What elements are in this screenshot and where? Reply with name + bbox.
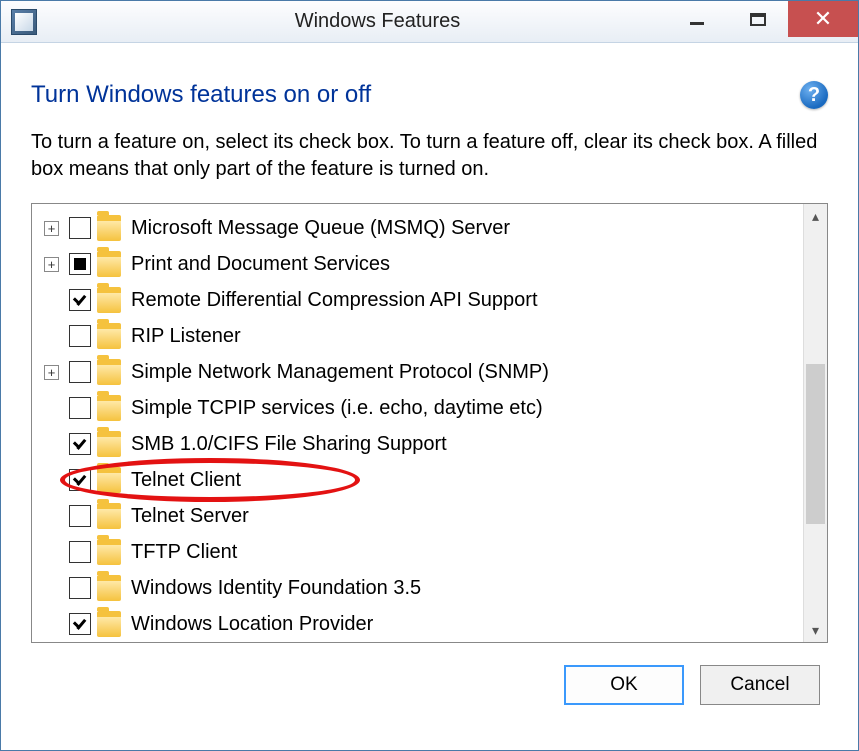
expand-spacer (44, 509, 59, 524)
cancel-button[interactable]: Cancel (700, 665, 820, 705)
folder-icon (97, 251, 121, 277)
tree-item[interactable]: Telnet Server (36, 498, 799, 534)
help-icon[interactable]: ? (800, 81, 828, 109)
folder-icon (97, 467, 121, 493)
feature-checkbox[interactable] (69, 253, 91, 275)
feature-label: RIP Listener (131, 325, 241, 348)
content-area: Turn Windows features on or off ? To tur… (1, 43, 858, 715)
feature-checkbox[interactable] (69, 397, 91, 419)
features-tree: + Microsoft Message Queue (MSMQ) Server + P… (31, 203, 828, 643)
feature-label: TFTP Client (131, 541, 237, 564)
feature-checkbox[interactable] (69, 325, 91, 347)
feature-label: Windows Location Provider (131, 613, 373, 636)
feature-label: Remote Differential Compression API Supp… (131, 289, 538, 312)
folder-icon (97, 395, 121, 421)
expand-spacer (44, 545, 59, 560)
ok-button[interactable]: OK (564, 665, 684, 705)
window-controls: ✕ (668, 1, 858, 37)
expand-spacer (44, 329, 59, 344)
folder-icon (97, 323, 121, 349)
feature-checkbox[interactable] (69, 469, 91, 491)
expand-spacer (44, 437, 59, 452)
tree-item[interactable]: SMB 1.0/CIFS File Sharing Support (36, 426, 799, 462)
minimize-button[interactable] (668, 1, 728, 37)
titlebar: Windows Features ✕ (1, 1, 858, 43)
feature-label: Windows Identity Foundation 3.5 (131, 577, 421, 600)
expand-spacer (44, 617, 59, 632)
feature-checkbox[interactable] (69, 541, 91, 563)
folder-icon (97, 431, 121, 457)
tree-item[interactable]: Windows Identity Foundation 3.5 (36, 570, 799, 606)
close-button[interactable]: ✕ (788, 1, 858, 37)
scroll-thumb[interactable] (806, 364, 825, 524)
expand-spacer (44, 581, 59, 596)
feature-label: Print and Document Services (131, 253, 390, 276)
vertical-scrollbar[interactable]: ▴ ▾ (803, 204, 827, 642)
tree-item[interactable]: TFTP Client (36, 534, 799, 570)
tree-item[interactable]: + Simple Network Management Protocol (SNM… (36, 354, 799, 390)
expand-spacer (44, 401, 59, 416)
dialog-buttons: OK Cancel (31, 665, 828, 705)
app-icon (11, 9, 37, 35)
feature-checkbox[interactable] (69, 217, 91, 239)
feature-label: Simple Network Management Protocol (SNMP… (131, 361, 549, 384)
feature-label: Telnet Client (131, 469, 241, 492)
folder-icon (97, 575, 121, 601)
feature-label: Microsoft Message Queue (MSMQ) Server (131, 217, 510, 240)
expand-spacer (44, 293, 59, 308)
feature-label: Telnet Server (131, 505, 249, 528)
tree-item[interactable]: Simple TCPIP services (i.e. echo, daytim… (36, 390, 799, 426)
feature-checkbox[interactable] (69, 577, 91, 599)
page-description: To turn a feature on, select its check b… (31, 129, 828, 183)
expand-icon[interactable]: + (44, 221, 59, 236)
folder-icon (97, 539, 121, 565)
windows-features-dialog: Windows Features ✕ Turn Windows features… (0, 0, 859, 751)
feature-label: Simple TCPIP services (i.e. echo, daytim… (131, 397, 543, 420)
tree-viewport: + Microsoft Message Queue (MSMQ) Server + P… (32, 204, 803, 642)
tree-item[interactable]: RIP Listener (36, 318, 799, 354)
expand-spacer (44, 473, 59, 488)
feature-checkbox[interactable] (69, 289, 91, 311)
scroll-down-arrow[interactable]: ▾ (804, 618, 827, 642)
feature-checkbox[interactable] (69, 361, 91, 383)
tree-item[interactable]: + Microsoft Message Queue (MSMQ) Server (36, 210, 799, 246)
feature-checkbox[interactable] (69, 433, 91, 455)
feature-checkbox[interactable] (69, 613, 91, 635)
expand-icon[interactable]: + (44, 365, 59, 380)
folder-icon (97, 287, 121, 313)
feature-label: SMB 1.0/CIFS File Sharing Support (131, 433, 447, 456)
expand-icon[interactable]: + (44, 257, 59, 272)
tree-item[interactable]: Telnet Client (36, 462, 799, 498)
maximize-button[interactable] (728, 1, 788, 37)
folder-icon (97, 359, 121, 385)
tree-item[interactable]: Windows Location Provider (36, 606, 799, 642)
tree-item[interactable]: + Print and Document Services (36, 246, 799, 282)
scroll-up-arrow[interactable]: ▴ (804, 204, 827, 228)
folder-icon (97, 215, 121, 241)
page-heading: Turn Windows features on or off (31, 81, 371, 109)
feature-checkbox[interactable] (69, 505, 91, 527)
tree-item[interactable]: Remote Differential Compression API Supp… (36, 282, 799, 318)
folder-icon (97, 503, 121, 529)
folder-icon (97, 611, 121, 637)
